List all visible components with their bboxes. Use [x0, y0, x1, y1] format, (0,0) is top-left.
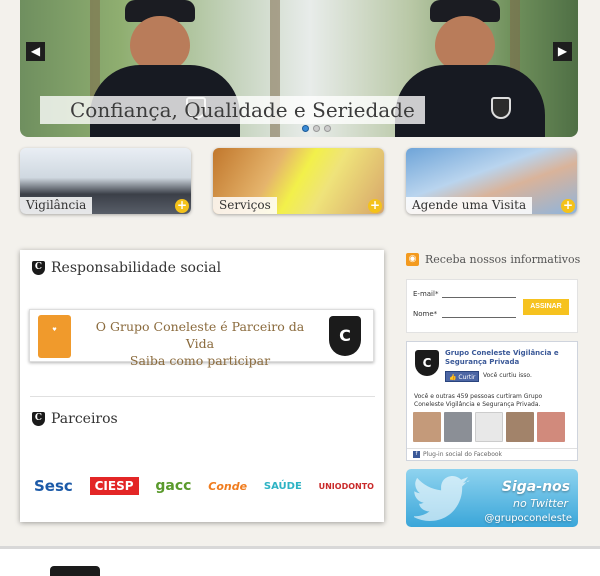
content-panel: C Responsabilidade social ♥ O Grupo Cone… — [20, 250, 384, 522]
divider — [30, 396, 375, 397]
twitter-line1: Siga-nos — [501, 479, 570, 495]
fan-avatar[interactable] — [506, 412, 534, 442]
newsletter-header: ◉ Receba nossos informativos — [406, 253, 580, 266]
fan-faces — [413, 412, 565, 442]
hero-caption: Confiança, Qualidade e Seriedade — [40, 96, 425, 124]
partners-section-header: C Parceiros — [32, 411, 118, 427]
facebook-like-box: C Grupo Coneleste Vigilância e Segurança… — [406, 341, 578, 461]
rss-icon: ◉ — [406, 253, 419, 266]
partner-logo-gacc[interactable]: gacc — [155, 478, 191, 494]
name-field[interactable] — [442, 317, 516, 318]
facebook-icon: f — [413, 451, 420, 458]
email-field[interactable] — [442, 297, 516, 298]
page: Confiança, Qualidade e Seriedade ◀ ▶ Vig… — [0, 0, 600, 576]
facebook-plugin-footer: f Plug-in social do Facebook — [407, 448, 577, 460]
email-label: E-mail* — [413, 290, 439, 298]
banner-text: O Grupo Coneleste é Parceiro da Vida Sai… — [85, 318, 315, 369]
tile-label: Vigilância — [20, 197, 93, 214]
slider-dot[interactable] — [324, 125, 331, 132]
slider-next-button[interactable]: ▶ — [553, 42, 572, 61]
section-title: Parceiros — [51, 411, 118, 427]
hero-slider[interactable]: Confiança, Qualidade e Seriedade ◀ ▶ — [20, 0, 578, 137]
like-label: Curtir — [458, 374, 476, 381]
parceiro-da-vida-banner[interactable]: ♥ O Grupo Coneleste é Parceiro da Vida S… — [29, 309, 374, 368]
tile-servicos[interactable]: Serviços + — [213, 148, 384, 214]
twitter-line2: no Twitter — [513, 497, 568, 510]
newsletter-title: Receba nossos informativos — [425, 253, 581, 266]
tile-label: Serviços — [213, 197, 277, 214]
partner-logo-santa-casa[interactable]: SAÚDE — [264, 481, 302, 492]
slider-prev-button[interactable]: ◀ — [26, 42, 45, 61]
coneleste-shield-icon: C — [32, 412, 45, 426]
coneleste-logo: C — [329, 316, 361, 356]
plus-icon[interactable]: + — [561, 199, 575, 213]
plus-icon[interactable]: + — [175, 199, 189, 213]
banner-line1: O Grupo Coneleste é Parceiro da Vida — [95, 319, 305, 351]
partner-logo-farma-conde[interactable]: Conde — [208, 480, 247, 493]
thumbs-up-icon: 👍 — [449, 374, 457, 381]
subscribe-button[interactable]: ASSINAR — [523, 299, 569, 315]
tile-agende-visita[interactable]: Agende uma Visita + — [406, 148, 577, 214]
tile-label: Agende uma Visita — [406, 197, 533, 214]
partner-logo-sesc[interactable]: Sesc — [34, 477, 73, 495]
chevron-right-icon: ▶ — [557, 44, 568, 58]
fan-avatar[interactable] — [537, 412, 565, 442]
partner-logo-uniodonto[interactable]: UNIODONTO — [319, 482, 374, 491]
newsletter-form: E-mail* Nome* ASSINAR — [406, 279, 578, 333]
fans-count: Você e outras 459 pessoas curtiram Grupo… — [414, 393, 543, 408]
tile-vigilancia[interactable]: Vigilância + — [20, 148, 191, 214]
coneleste-page-avatar[interactable]: C — [415, 350, 439, 376]
fan-avatar[interactable] — [413, 412, 441, 442]
partner-logos: Sesc CIESP gacc Conde SAÚDE UNIODONTO — [34, 469, 374, 503]
coneleste-shield-icon: C — [32, 261, 45, 275]
partner-logo-ciesp[interactable]: CIESP — [89, 477, 139, 495]
parceiro-da-vida-logo: ♥ — [38, 315, 71, 358]
twitter-banner[interactable]: Siga-nos no Twitter @grupoconeleste — [406, 469, 578, 527]
banner-line2: Saiba como participar — [129, 353, 271, 368]
plugin-label[interactable]: Plug-in social do Facebook — [423, 449, 502, 461]
fan-avatar[interactable] — [475, 412, 503, 442]
twitter-handle: @grupoconeleste — [484, 513, 572, 524]
slider-dot[interactable] — [313, 125, 320, 132]
plus-icon[interactable]: + — [368, 199, 382, 213]
footer-logo — [50, 566, 100, 576]
section-title: Responsabilidade social — [51, 260, 222, 276]
facebook-like-button[interactable]: 👍 Curtir — [445, 371, 480, 382]
twitter-bird-icon — [414, 475, 470, 521]
fan-avatar[interactable] — [444, 412, 472, 442]
slider-pagination — [302, 125, 331, 132]
slider-dot[interactable] — [302, 125, 309, 132]
facebook-page-name[interactable]: Grupo Coneleste Vigilância e Segurança P… — [445, 349, 573, 367]
name-label: Nome* — [413, 310, 438, 318]
social-section-header: C Responsabilidade social — [32, 260, 221, 276]
chevron-left-icon: ◀ — [30, 44, 41, 58]
liked-status: Você curtiu isso. — [483, 372, 532, 379]
